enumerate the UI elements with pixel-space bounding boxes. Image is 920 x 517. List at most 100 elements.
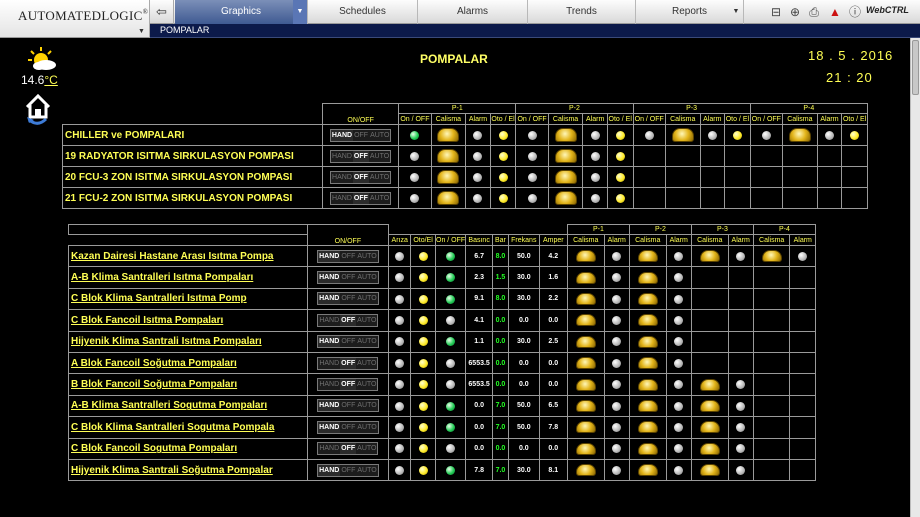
vertical-scrollbar[interactable] [910,38,920,517]
table-row: Hijyenik Klima Santrali Isıtma Pompaları… [68,330,816,353]
scrollbar-thumb[interactable] [912,40,919,95]
hand-off-auto-toggle[interactable]: HAND OFF AUTO [330,149,392,163]
pump-group-link[interactable]: Hijyenik Klima Santrali Isıtma Pompaları [71,336,262,347]
pump-group-link[interactable]: B Blok Fancoil Soğutma Pompaları [71,379,237,390]
hand-option[interactable]: HAND [318,315,340,326]
hand-option[interactable]: HAND [318,400,341,412]
off-option[interactable]: OFF [352,150,369,162]
column-header: Alarm [793,236,812,244]
auto-option[interactable]: AUTO [369,151,390,162]
back-button[interactable]: ⇦ [150,0,174,24]
off-option[interactable]: OFF [340,251,356,262]
hand-off-auto-toggle[interactable]: HAND OFF AUTO [329,128,392,142]
off-option[interactable]: OFF [340,422,356,433]
tab-alarms[interactable]: Alarms [418,0,528,24]
auto-option[interactable]: AUTO [356,400,377,411]
pump-group-link[interactable]: A Blok Fancoil Soğutma Pompaları [71,358,237,369]
off-option[interactable]: OFF [340,293,356,304]
off-option[interactable]: OFF [340,400,356,411]
auto-option[interactable]: AUTO [356,251,377,262]
hand-option[interactable]: HAND [318,272,341,284]
auto-option[interactable]: AUTO [356,443,377,454]
hand-option[interactable]: HAND [318,250,341,262]
printer-icon[interactable]: ⎙ [806,4,822,20]
pump-group-link[interactable]: C Blok Fancoil Sogutma Pompaları [71,443,237,454]
pump-group-link[interactable]: C Blok Fancoil Isıtma Pompaları [71,315,223,326]
off-option[interactable]: OFF [340,379,357,391]
pump-group-link[interactable]: A-B Klima Santralleri Isıtma Pompaları [71,272,253,283]
hand-off-auto-toggle[interactable]: HAND OFF AUTO [317,292,379,306]
auto-option[interactable]: AUTO [356,272,377,283]
hand-option[interactable]: HAND [331,193,353,204]
hand-off-auto-toggle[interactable]: HAND OFF AUTO [317,442,379,456]
chevron-down-icon[interactable]: ▼ [138,28,145,35]
off-option[interactable]: OFF [353,130,369,141]
hand-off-auto-toggle[interactable]: HAND OFF AUTO [330,191,392,205]
pump-group-link[interactable]: Kazan Dairesi Hastane Arası Isıtma Pompa [71,251,274,262]
zoom-out-icon[interactable]: ⊟ [768,4,784,20]
hand-option[interactable]: HAND [331,172,353,183]
chevron-down-icon[interactable]: ▼ [293,0,307,24]
pump-icon [761,250,782,263]
hand-off-auto-toggle[interactable]: HAND OFF AUTO [317,463,379,477]
hand-option[interactable]: HAND [318,464,341,476]
auto-option[interactable]: AUTO [356,422,377,433]
off-option[interactable]: OFF [352,171,369,183]
hand-off-auto-toggle[interactable]: HAND OFF AUTO [317,356,379,370]
chevron-down-icon[interactable]: ▼ [729,0,743,24]
hand-option[interactable]: HAND [318,443,340,454]
off-option[interactable]: OFF [340,272,356,283]
hand-off-auto-toggle[interactable]: HAND OFF AUTO [330,170,392,184]
hand-option[interactable]: HAND [331,151,353,162]
grey-status-led-icon [761,130,771,140]
pump-group-link[interactable]: C Blok Klima Santralleri Sogutma Pompala [71,422,274,433]
hand-off-auto-toggle[interactable]: HAND OFF AUTO [317,313,379,327]
help-icon[interactable]: ⓘ [847,4,863,20]
pump-group-link[interactable]: Hijyenik Klima Santrali Soğutma Pompalar [71,465,273,476]
pressure-value: 0.0 [474,402,484,410]
auto-option[interactable]: AUTO [356,293,377,304]
pump-group-link[interactable]: C Blok Klima Santralleri Isıtma Pomp [71,293,247,304]
hand-off-auto-toggle[interactable]: HAND OFF AUTO [317,249,379,263]
hand-option[interactable]: HAND [318,336,341,348]
hand-option[interactable]: HAND [318,293,341,305]
tab-trends[interactable]: Trends [528,0,636,24]
tab-schedules[interactable]: Schedules [308,0,418,24]
table-row: C Blok Klima Santralleri Sogutma Pompala… [68,416,816,439]
hand-option[interactable]: HAND [318,358,340,369]
off-option[interactable]: OFF [340,314,357,326]
breadcrumb-item[interactable]: POMPALAR [160,25,209,35]
target-icon[interactable]: ⊕ [787,4,803,20]
hand-off-auto-toggle[interactable]: HAND OFF AUTO [317,378,379,392]
auto-option[interactable]: AUTO [356,358,377,369]
off-option[interactable]: OFF [340,443,357,455]
automatedlogic-logo[interactable]: AUTOMATEDLOGIC® ▼ [0,0,150,38]
auto-option[interactable]: AUTO [356,465,377,476]
home-return-icon[interactable] [24,93,52,127]
off-option[interactable]: OFF [340,357,357,369]
off-option[interactable]: OFF [340,465,356,476]
auto-option[interactable]: AUTO [356,315,377,326]
auto-option[interactable]: AUTO [356,336,377,347]
auto-option[interactable]: AUTO [356,379,377,390]
frequency-value: 30.0 [517,338,531,346]
hand-off-auto-toggle[interactable]: HAND OFF AUTO [317,399,379,413]
auto-option[interactable]: AUTO [369,193,390,204]
pump-group-link[interactable]: A-B Klima Santralleri Sogutma Pompaları [71,400,267,411]
off-option[interactable]: OFF [352,192,369,204]
hand-option[interactable]: HAND [318,379,340,390]
current-value: 1.6 [548,274,559,282]
auto-option[interactable]: AUTO [369,130,390,141]
tab-reports[interactable]: Reports ▼ [636,0,744,24]
grey-status-led-icon [410,172,420,182]
alarm-warning-icon[interactable]: ▲ [827,4,843,20]
hand-option[interactable]: HAND [318,421,341,433]
auto-option[interactable]: AUTO [369,172,390,183]
off-option[interactable]: OFF [340,336,356,347]
grey-status-led-icon [674,380,684,390]
hand-option[interactable]: HAND [330,129,354,141]
hand-off-auto-toggle[interactable]: HAND OFF AUTO [317,335,379,349]
hand-off-auto-toggle[interactable]: HAND OFF AUTO [317,420,379,434]
tab-graphics[interactable]: Graphics ▼ [175,0,308,24]
hand-off-auto-toggle[interactable]: HAND OFF AUTO [317,271,379,285]
